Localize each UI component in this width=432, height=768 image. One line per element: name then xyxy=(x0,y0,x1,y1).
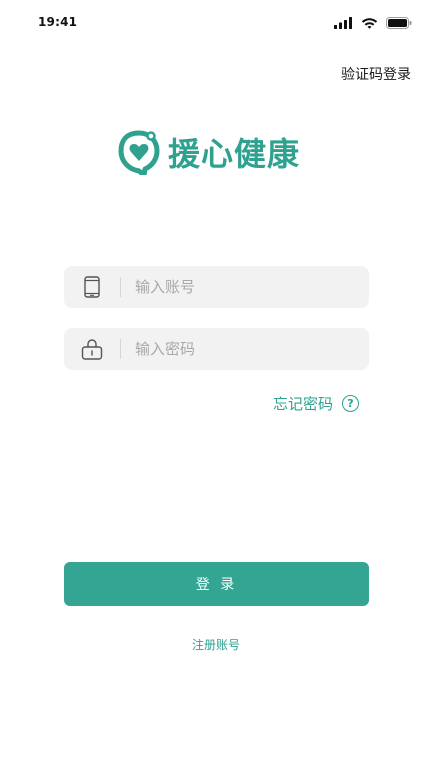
forgot-password-link[interactable]: 忘记密码 ? xyxy=(273,393,359,414)
account-field-divider xyxy=(120,277,121,297)
app-name: 援心健康 xyxy=(168,135,301,173)
password-field[interactable] xyxy=(64,328,369,370)
phone-icon xyxy=(84,276,100,298)
forgot-password-label: 忘记密码 xyxy=(272,395,333,413)
password-input[interactable] xyxy=(135,340,369,358)
battery-icon xyxy=(386,17,412,29)
wifi-icon xyxy=(361,18,378,29)
password-field-icon-wrap xyxy=(64,328,120,370)
app-logo: 援心健康 xyxy=(118,128,300,176)
status-bar: 19:41 xyxy=(0,0,432,44)
signal-icon xyxy=(334,17,352,29)
heart-bubble-logo-icon xyxy=(118,130,160,175)
account-field-icon-wrap xyxy=(64,266,120,308)
account-input[interactable] xyxy=(135,278,369,296)
login-button[interactable]: 登 录 xyxy=(64,562,369,606)
sms-login-link[interactable]: 验证码登录 xyxy=(341,64,411,84)
account-field[interactable] xyxy=(64,266,369,308)
register-link[interactable]: 注册账号 xyxy=(0,636,432,653)
question-icon[interactable]: ? xyxy=(342,395,359,412)
status-time: 19:41 xyxy=(38,15,78,29)
status-icons xyxy=(334,17,412,29)
lock-icon xyxy=(81,339,103,360)
password-field-divider xyxy=(120,339,121,359)
